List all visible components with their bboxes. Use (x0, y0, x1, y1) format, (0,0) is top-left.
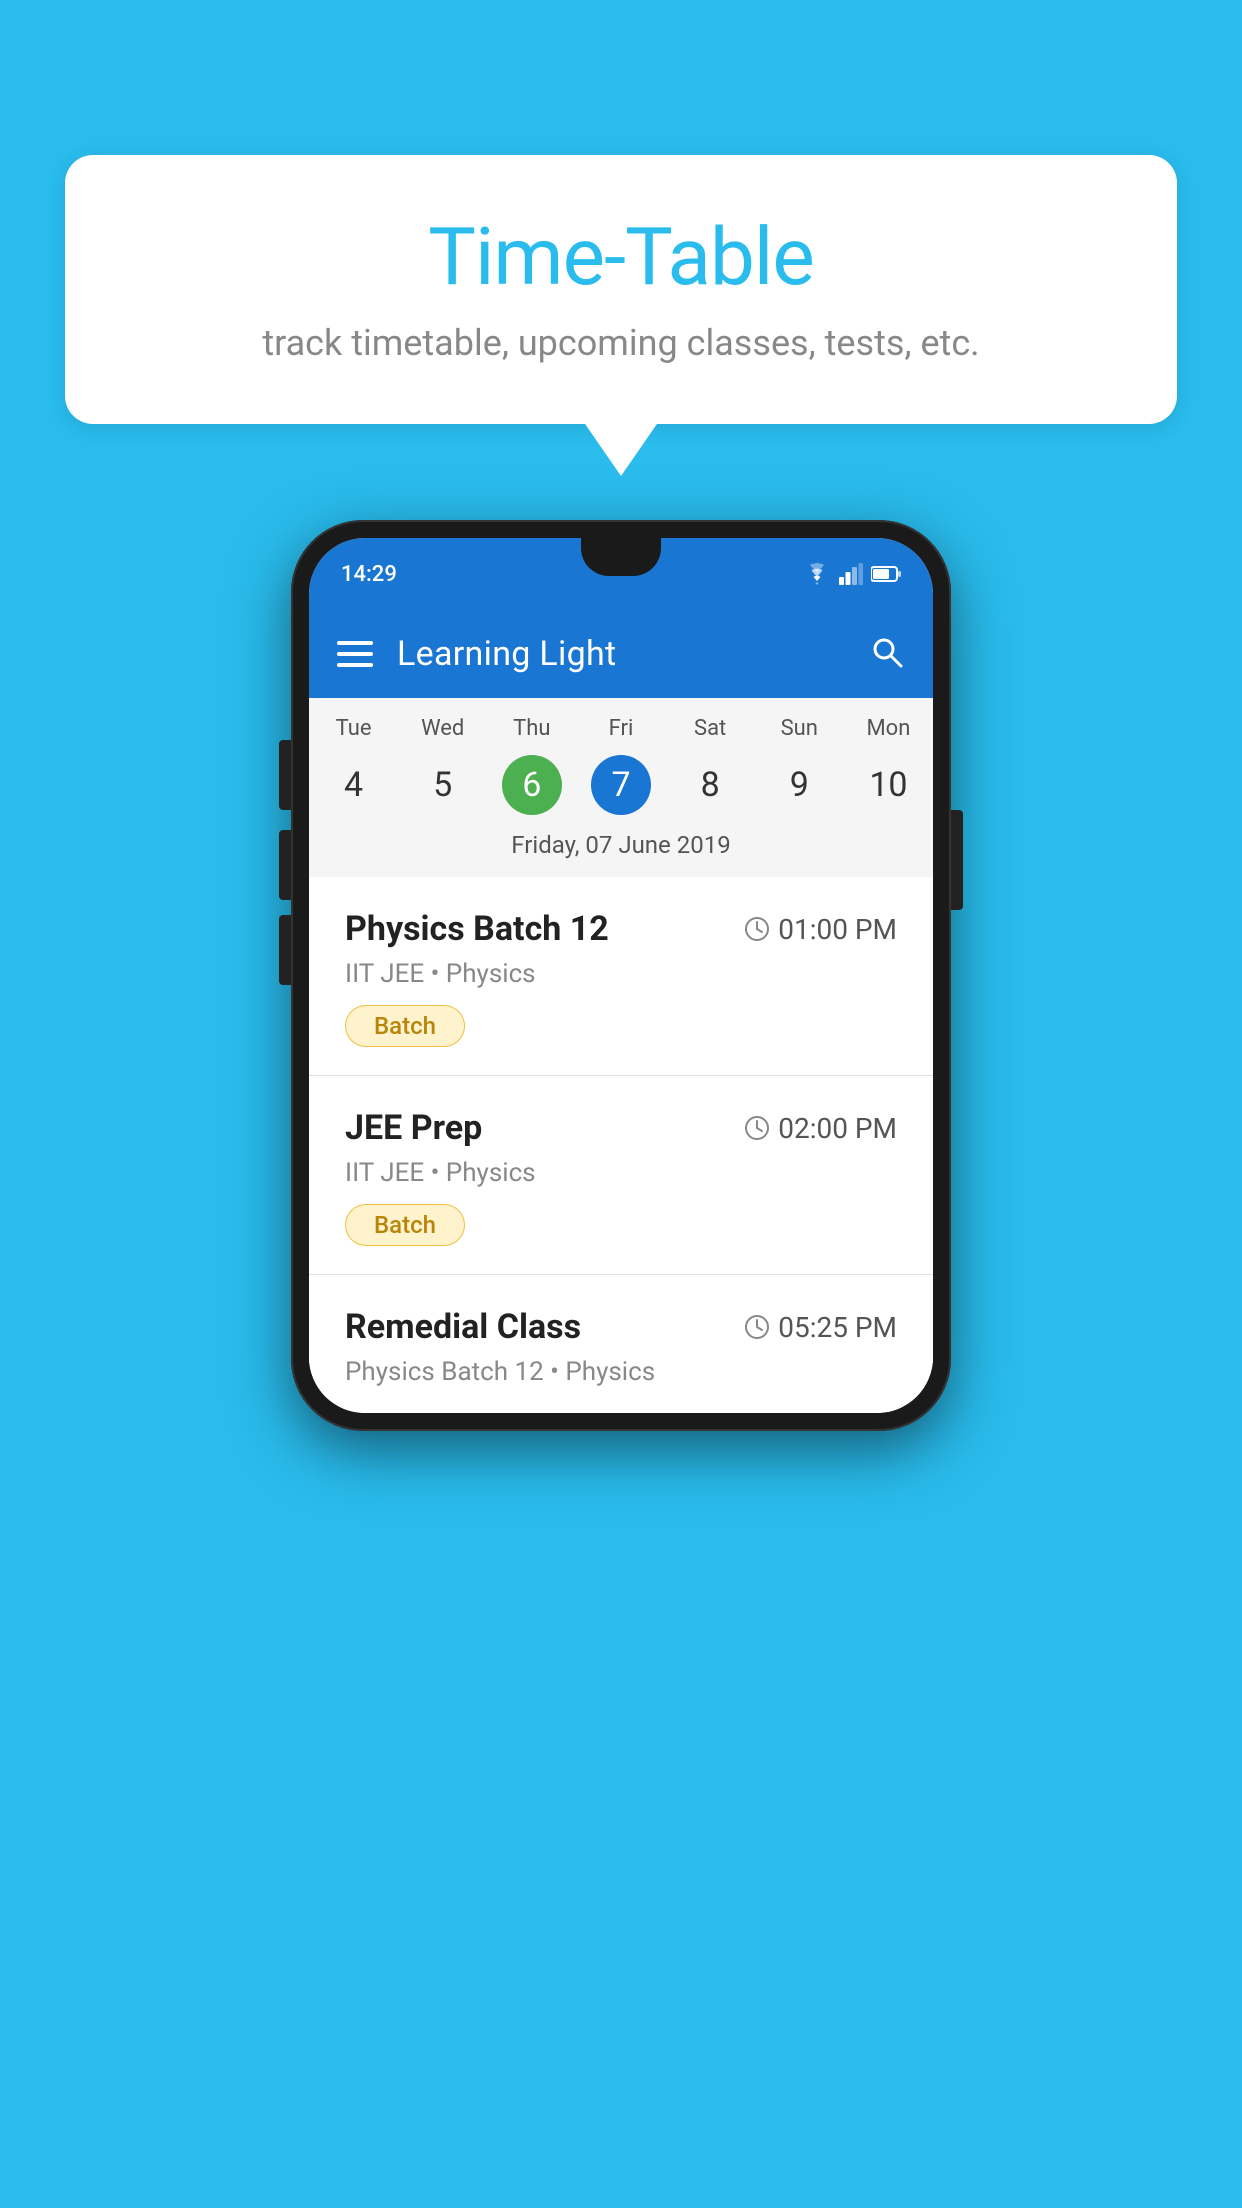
schedule-item-3[interactable]: Remedial Class 05:25 PM Physics Batch 12… (309, 1275, 933, 1413)
schedule-item-2-title: JEE Prep (345, 1108, 482, 1148)
status-icons (803, 563, 901, 585)
schedule-item-2-time: 02:00 PM (744, 1112, 897, 1145)
schedule-item-3-header: Remedial Class 05:25 PM (345, 1307, 897, 1347)
bubble-title: Time-Table (125, 210, 1117, 304)
calendar-section: Tue Wed Thu Fri Sat Sun Mon 4 5 6 7 8 9 … (309, 698, 933, 877)
day-header-mon: Mon (844, 716, 933, 741)
schedule-item-1-sub: IIT JEE • Physics (345, 959, 897, 989)
day-header-fri: Fri (576, 716, 665, 741)
day-header-sat: Sat (666, 716, 755, 741)
schedule-item-2-sub: IIT JEE • Physics (345, 1158, 897, 1188)
day-5[interactable]: 5 (398, 757, 487, 813)
bubble-subtitle: track timetable, upcoming classes, tests… (125, 322, 1117, 364)
schedule-item-3-sub: Physics Batch 12 • Physics (345, 1357, 897, 1387)
wifi-icon (803, 563, 831, 585)
schedule-item-3-time: 05:25 PM (744, 1311, 897, 1344)
schedule-item-2-header: JEE Prep 02:00 PM (345, 1108, 897, 1148)
schedule-item-1-header: Physics Batch 12 01:00 PM (345, 909, 897, 949)
day-numbers: 4 5 6 7 8 9 10 (309, 749, 933, 825)
schedule-item-3-title: Remedial Class (345, 1307, 581, 1347)
signal-icon (839, 563, 863, 585)
schedule-list: Physics Batch 12 01:00 PM IIT JEE • Phys… (309, 877, 933, 1413)
batch-badge-1: Batch (345, 1005, 465, 1047)
app-bar: Learning Light (309, 610, 933, 698)
day-header-wed: Wed (398, 716, 487, 741)
phone-outer: 14:29 (291, 520, 951, 1431)
app-bar-title: Learning Light (397, 634, 845, 674)
day-header-tue: Tue (309, 716, 398, 741)
day-header-thu: Thu (487, 716, 576, 741)
day-headers: Tue Wed Thu Fri Sat Sun Mon (309, 698, 933, 749)
speech-bubble: Time-Table track timetable, upcoming cla… (65, 155, 1177, 424)
day-7-selected[interactable]: 7 (576, 757, 665, 813)
day-10[interactable]: 10 (844, 757, 933, 813)
schedule-item-2[interactable]: JEE Prep 02:00 PM IIT JEE • Physics Batc… (309, 1076, 933, 1275)
schedule-item-1-title: Physics Batch 12 (345, 909, 609, 949)
selected-date-label: Friday, 07 June 2019 (309, 825, 933, 877)
day-4[interactable]: 4 (309, 757, 398, 813)
status-time: 14:29 (341, 562, 397, 587)
clock-icon-1 (744, 916, 770, 942)
day-9[interactable]: 9 (755, 757, 844, 813)
day-8[interactable]: 8 (666, 757, 755, 813)
phone-screen: 14:29 (309, 538, 933, 1413)
day-6-today[interactable]: 6 (487, 757, 576, 813)
battery-icon (871, 565, 901, 583)
speech-bubble-container: Time-Table track timetable, upcoming cla… (65, 155, 1177, 424)
menu-icon[interactable] (337, 641, 373, 667)
schedule-item-1[interactable]: Physics Batch 12 01:00 PM IIT JEE • Phys… (309, 877, 933, 1076)
day-header-sun: Sun (755, 716, 844, 741)
status-bar: 14:29 (309, 538, 933, 610)
clock-icon-2 (744, 1115, 770, 1141)
clock-icon-3 (744, 1314, 770, 1340)
batch-badge-2: Batch (345, 1204, 465, 1246)
schedule-item-1-time: 01:00 PM (744, 913, 897, 946)
phone-mockup: 14:29 (291, 520, 951, 1431)
search-icon[interactable] (869, 634, 905, 674)
